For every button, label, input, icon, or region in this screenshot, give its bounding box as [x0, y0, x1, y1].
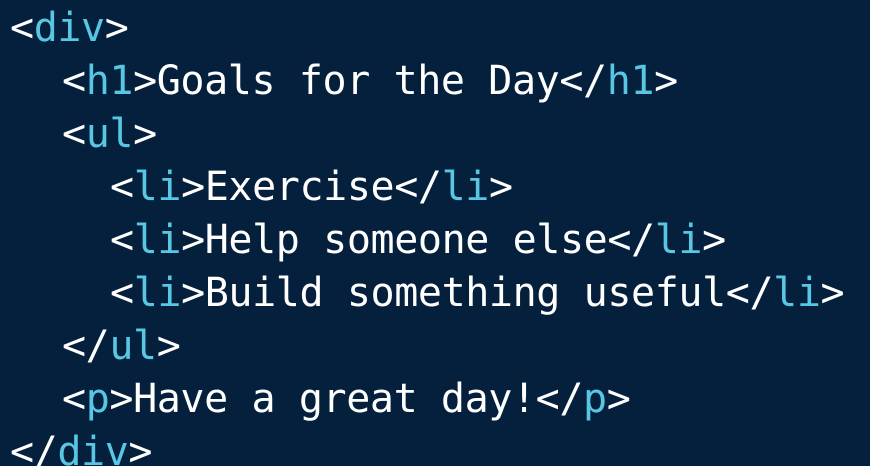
- tag-name: li: [441, 164, 490, 210]
- code-line-ul-close: </ul>: [62, 323, 181, 369]
- list-item-text: Help someone else: [204, 217, 608, 263]
- code-editor: <div> <h1>Goals for the Day</h1> <ul> <l…: [0, 0, 870, 466]
- tag-name: li: [133, 217, 182, 263]
- tag-name: div: [33, 5, 105, 51]
- code-line-li: <li>Build something useful</li>: [110, 270, 845, 316]
- tag-name: h1: [606, 58, 655, 104]
- code-line-li: <li>Help someone else</li>: [110, 217, 726, 263]
- tag-name: p: [583, 376, 607, 422]
- code-line-li: <li>Exercise</li>: [110, 164, 513, 210]
- tag-name: ul: [109, 323, 157, 369]
- list-item-text: Build something useful: [204, 270, 726, 316]
- code-line-div-open: <div>: [10, 5, 129, 51]
- code-line-h1: <h1>Goals for the Day</h1>: [62, 58, 678, 104]
- tag-name: div: [57, 429, 129, 466]
- tag-name: li: [773, 270, 821, 316]
- heading-text: Goals for the Day: [156, 58, 560, 104]
- paragraph-text: Have a great day!: [133, 376, 536, 422]
- code-line-div-close: </div>: [0, 426, 870, 466]
- code-line-p: <p>Have a great day!</p>: [62, 376, 631, 422]
- tag-name: h1: [85, 58, 134, 104]
- tag-name: li: [654, 217, 703, 263]
- tag-name: ul: [85, 111, 134, 157]
- tag-name: li: [133, 270, 182, 316]
- tag-name: li: [133, 164, 182, 210]
- list-item-text: Exercise: [204, 164, 395, 210]
- code-line-ul-open: <ul>: [62, 111, 157, 157]
- tag-name: p: [85, 376, 110, 422]
